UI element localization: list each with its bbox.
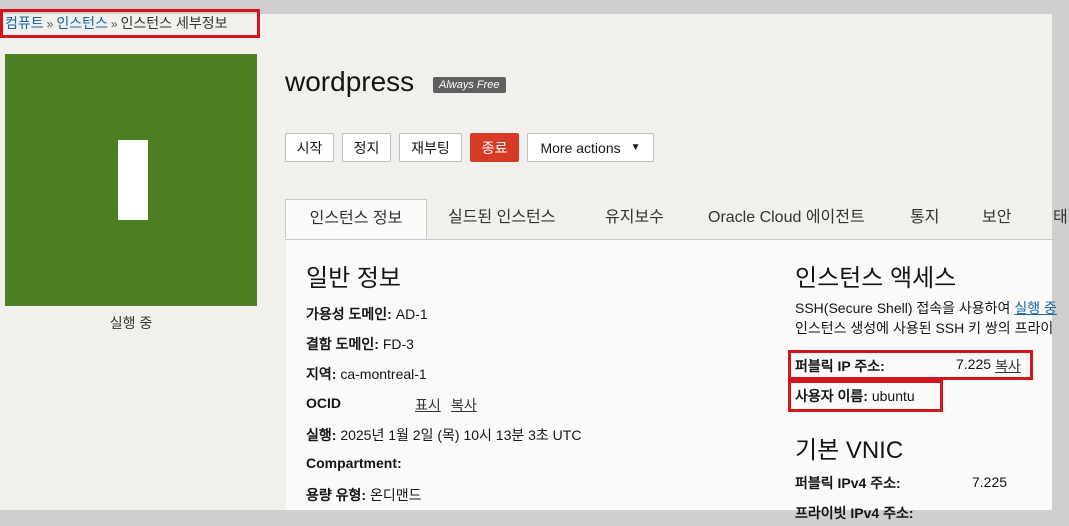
instance-access-heading: 인스턴스 액세스	[795, 265, 957, 292]
access-description-line1: SSH(Secure Shell) 접속을 사용하여 실행 중	[795, 298, 1057, 318]
tab-notifications[interactable]: 통지	[910, 199, 939, 239]
primary-vnic-heading: 기본 VNIC	[795, 437, 904, 464]
public-ip-copy-link[interactable]: 복사	[995, 356, 1021, 376]
access-description-line2: 인스턴스 생성에 사용된 SSH 키 쌍의 프라이	[795, 320, 1054, 336]
public-ip-label: 퍼블릭 IP 주소:	[795, 358, 885, 374]
username-value: ubuntu	[871, 388, 915, 404]
capacity-type-value: 온디맨드	[369, 487, 422, 503]
compartment-row: Compartment:	[306, 455, 402, 471]
tab-shielded-instance[interactable]: 실드된 인스턴스	[448, 199, 556, 239]
username-row: 사용자 이름: ubuntu	[795, 386, 915, 406]
instance-status-letter-i	[118, 140, 148, 220]
public-ipv4-label: 퍼블릭 IPv4 주소:	[795, 475, 901, 491]
private-ipv4-row: 프라이빗 IPv4 주소:	[795, 503, 914, 523]
ocid-copy-link[interactable]: 복사	[451, 395, 477, 415]
username-label: 사용자 이름:	[795, 388, 868, 404]
public-ip-row: 퍼블릭 IP 주소:	[795, 356, 885, 376]
general-info-heading: 일반 정보	[306, 265, 401, 292]
start-button[interactable]: 시작	[285, 133, 334, 162]
more-actions-label: More actions	[540, 139, 621, 156]
instance-detail-tabs: 인스턴스 정보 실드된 인스턴스 유지보수 Oracle Cloud 에이전트 …	[285, 199, 1068, 240]
instance-name-title: wordpress	[285, 66, 415, 97]
terminate-button[interactable]: 종료	[470, 133, 519, 162]
availability-domain-value: AD-1	[395, 306, 428, 322]
public-ipv4-value: 7.225	[972, 474, 1008, 490]
fault-domain-label: 결함 도메인:	[306, 336, 379, 352]
launched-value: 2025년 1월 2일 (목) 10시 13분 3초 UTC	[340, 427, 582, 443]
capacity-type-label: 용량 유형:	[306, 487, 367, 503]
instance-status-tile	[5, 54, 257, 306]
region-label: 지역:	[306, 366, 337, 382]
access-description-text: SSH(Secure Shell) 접속을 사용하여	[795, 300, 1011, 316]
reboot-button[interactable]: 재부팅	[399, 133, 462, 162]
chevron-down-icon: ▼	[630, 142, 641, 153]
launched-row: 실행: 2025년 1월 2일 (목) 10시 13분 3초 UTC	[306, 425, 581, 445]
tab-oracle-cloud-agent[interactable]: Oracle Cloud 에이전트	[708, 199, 865, 239]
launched-label: 실행:	[306, 427, 337, 443]
breadcrumb-current: 인스턴스 세부정보	[120, 15, 228, 31]
breadcrumb-instances-link[interactable]: 인스턴스	[56, 15, 108, 31]
compartment-label: Compartment:	[306, 455, 402, 471]
breadcrumb-separator: »	[46, 17, 54, 31]
breadcrumb-separator: »	[110, 17, 118, 31]
tab-instance-info[interactable]: 인스턴스 정보	[285, 199, 427, 239]
private-ipv4-label: 프라이빗 IPv4 주소:	[795, 505, 914, 521]
instance-status-label: 실행 중	[109, 315, 153, 331]
access-running-link[interactable]: 실행 중	[1014, 300, 1057, 316]
viewport-frame-top	[0, 0, 1069, 14]
capacity-type-row: 용량 유형: 온디맨드	[306, 485, 422, 505]
ocid-row: OCID	[306, 395, 341, 411]
availability-domain-label: 가용성 도메인:	[306, 306, 392, 322]
viewport-frame-right	[1052, 0, 1069, 526]
breadcrumb-compute-link[interactable]: 컴퓨트	[5, 15, 44, 31]
public-ip-value: 7.225	[956, 356, 992, 372]
public-ipv4-row: 퍼블릭 IPv4 주소:	[795, 473, 901, 493]
more-actions-dropdown[interactable]: More actions ▼	[527, 133, 654, 162]
tab-maintenance[interactable]: 유지보수	[605, 199, 664, 239]
fault-domain-value: FD-3	[382, 336, 414, 352]
always-free-badge: Always Free	[433, 77, 506, 93]
region-row: 지역: ca-montreal-1	[306, 364, 427, 384]
stop-button[interactable]: 정지	[342, 133, 391, 162]
tab-truncated[interactable]: 태	[1053, 199, 1068, 239]
ocid-show-link[interactable]: 표시	[415, 395, 441, 415]
region-value: ca-montreal-1	[340, 366, 427, 382]
ocid-label: OCID	[306, 395, 341, 411]
availability-domain-row: 가용성 도메인: AD-1	[306, 304, 428, 324]
breadcrumb: 컴퓨트» 인스턴스» 인스턴스 세부정보	[5, 13, 227, 33]
fault-domain-row: 결함 도메인: FD-3	[306, 334, 414, 354]
tab-security[interactable]: 보안	[982, 199, 1011, 239]
